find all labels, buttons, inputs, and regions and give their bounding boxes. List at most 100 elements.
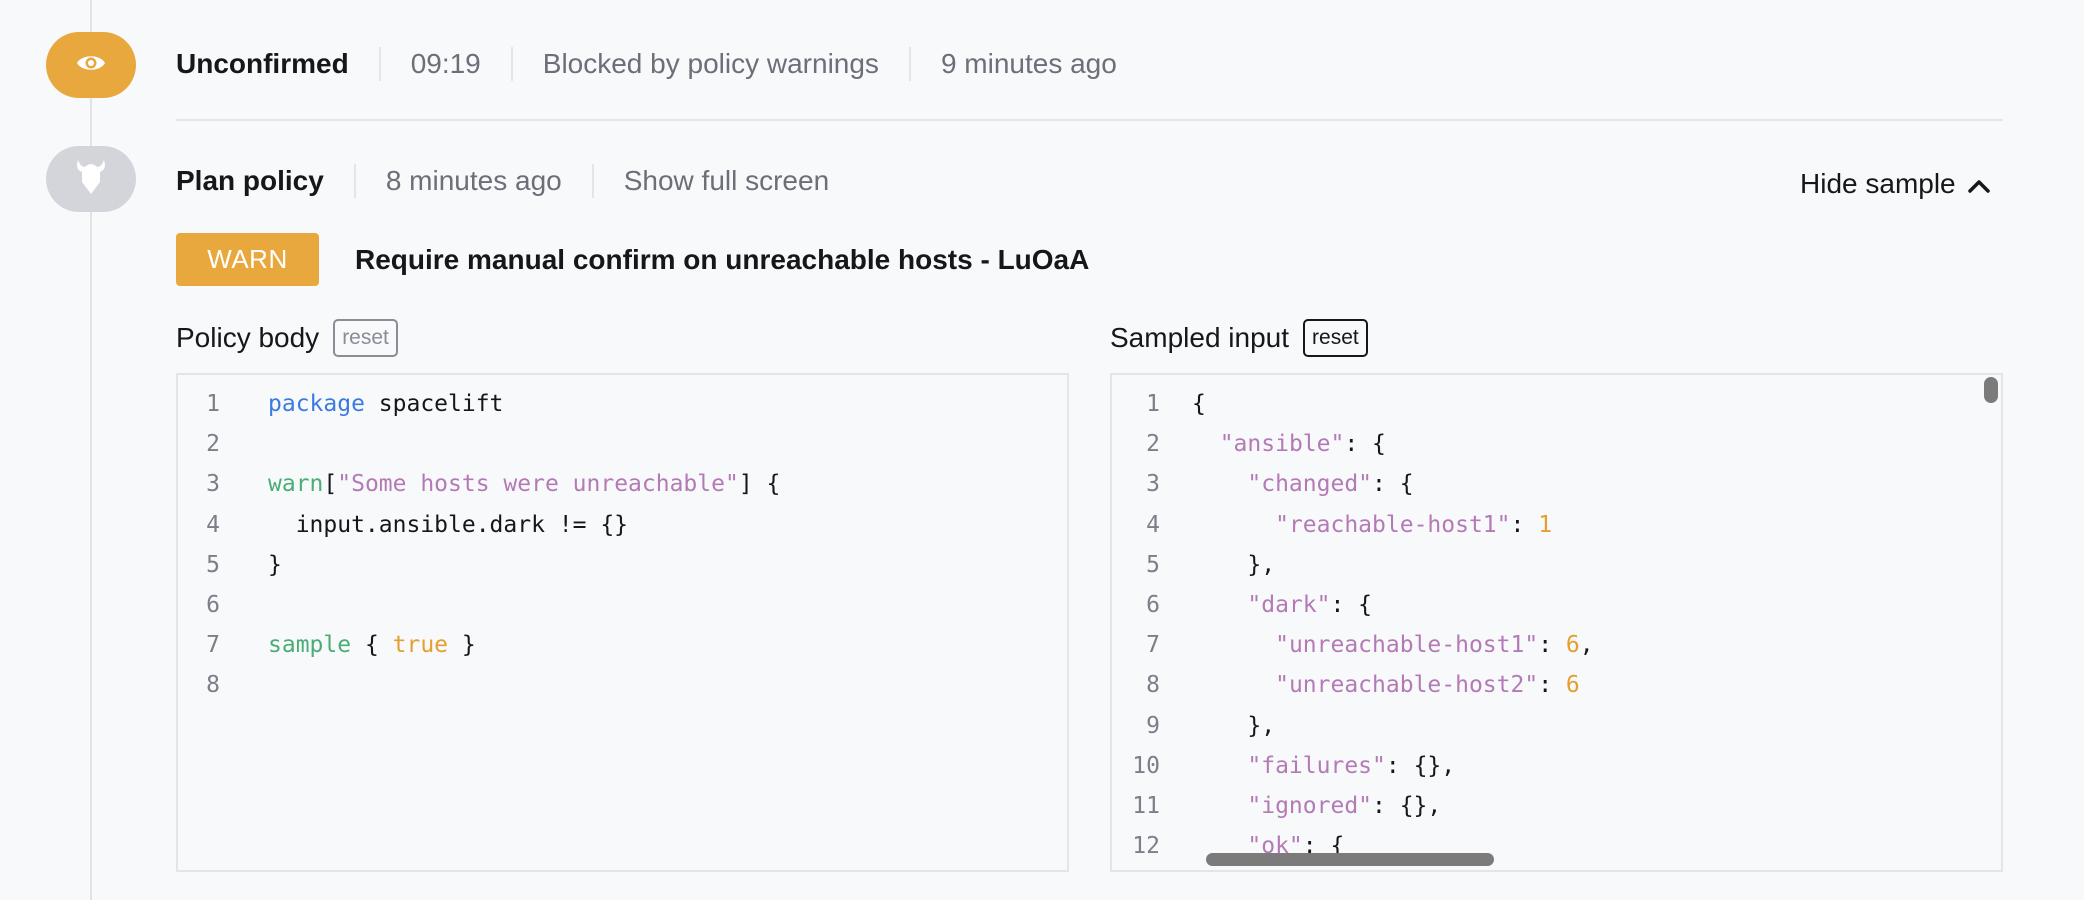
timeline-line <box>90 0 92 900</box>
code-line: 8 <box>178 665 220 705</box>
line-number: 7 <box>1146 632 1160 659</box>
hide-sample-button[interactable]: Hide sample <box>1800 164 1990 204</box>
code-line: 4 input.ansible.dark != {} <box>178 505 628 545</box>
code-text: "reachable-host1": 1 <box>1192 512 1552 538</box>
code-line: 5 }, <box>1112 545 1275 585</box>
code-token: "failures" <box>1247 752 1386 779</box>
code-token: warn <box>268 471 324 498</box>
line-number: 1 <box>1146 391 1160 417</box>
code-line: 10 "failures": {}, <box>1112 746 1455 786</box>
separator <box>353 164 356 198</box>
policy-body-reset-button[interactable]: reset <box>333 319 398 357</box>
code-token: 6 <box>1565 632 1580 659</box>
code-token: , <box>1579 632 1594 659</box>
code-token: : <box>1510 511 1539 538</box>
code-token: "unreachable-host1" <box>1275 632 1539 659</box>
code-line: 1 package spacelift <box>178 384 503 424</box>
status-row: Unconfirmed 09:19 Blocked by policy warn… <box>176 44 1117 84</box>
vertical-scrollbar[interactable] <box>1984 377 1998 403</box>
code-text: sample { true } <box>268 632 476 658</box>
chevron-up-icon <box>1967 168 1990 200</box>
hide-sample-label: Hide sample <box>1800 168 1956 199</box>
opa-viking-helmet-icon <box>74 158 108 201</box>
code-token: true <box>392 632 449 659</box>
code-token: }, <box>1192 712 1276 739</box>
run-state: Unconfirmed <box>176 48 349 79</box>
line-number: 3 <box>1146 471 1160 498</box>
code-text: package spacelift <box>268 391 503 417</box>
code-token: "reachable-host1" <box>1275 511 1511 538</box>
separator <box>908 47 911 81</box>
line-number: 8 <box>1146 672 1160 699</box>
line-number: 12 <box>1132 833 1160 860</box>
separator <box>378 47 381 81</box>
code-line: 4 "reachable-host1": 1 <box>1112 505 1552 545</box>
separator <box>510 47 513 81</box>
eye-icon <box>76 53 106 78</box>
horizontal-scrollbar[interactable] <box>1206 853 1494 866</box>
code-token: "ansible" <box>1219 431 1345 458</box>
code-token: package <box>268 391 365 417</box>
line-number: 1 <box>206 391 220 417</box>
line-number: 10 <box>1132 752 1160 779</box>
code-line: 2 "ansible": { <box>1112 424 1386 464</box>
line-number: 11 <box>1132 793 1160 819</box>
code-line: 6 "dark": { <box>1112 585 1372 625</box>
line-number: 5 <box>206 551 220 578</box>
code-token: }, <box>1192 551 1276 578</box>
policy-row: Plan policy 8 minutes ago Show full scre… <box>176 161 829 201</box>
code-text: "unreachable-host2": 6 <box>1192 672 1580 698</box>
line-number: 2 <box>206 431 220 458</box>
code-line: 9 }, <box>1112 706 1275 746</box>
code-token: ] { <box>738 471 781 498</box>
code-text: "ignored": {}, <box>1192 793 1441 819</box>
policy-type-title: Plan policy <box>176 165 324 196</box>
line-number: 4 <box>206 511 220 538</box>
code-token: : { <box>1372 471 1414 498</box>
code-token: spacelift <box>364 391 504 417</box>
code-line: 7 "unreachable-host1": 6, <box>1112 625 1593 665</box>
policy-timestamp: 8 minutes ago <box>385 165 562 196</box>
sampled-input-editor[interactable]: 1{2 "ansible": {3 "changed": {4 "reachab… <box>1110 373 2003 872</box>
policy-body-editor[interactable]: 1 package spacelift 2 3 warn["Some hosts wer… <box>176 373 1069 872</box>
policy-body-header: Policy body reset <box>176 317 398 359</box>
policy-name: Require manual confirm on unreachable ho… <box>355 244 1090 275</box>
code-text: "ansible": { <box>1192 431 1386 457</box>
code-token: } <box>268 551 282 578</box>
code-line: 3 warn["Some hosts were unreachable"] { <box>178 464 780 504</box>
code-line: 11 "ignored": {}, <box>1112 786 1441 826</box>
code-text: input.ansible.dark != {} <box>268 512 628 538</box>
line-number: 8 <box>206 672 220 699</box>
line-number: 6 <box>206 592 220 618</box>
code-token: "unreachable-host2" <box>1275 672 1539 699</box>
code-token: 6 <box>1565 672 1580 699</box>
code-token: input.ansible.dark != {} <box>268 511 629 538</box>
show-full-screen-link[interactable]: Show full screen <box>624 165 829 197</box>
code-token: [ <box>323 471 338 498</box>
separator <box>591 164 594 198</box>
line-number: 7 <box>206 632 220 659</box>
code-token: : {}, <box>1372 793 1442 819</box>
line-number: 3 <box>206 471 220 498</box>
code-text: warn["Some hosts were unreachable"] { <box>268 471 780 497</box>
code-token: : { <box>1330 592 1373 618</box>
status-reason: Blocked by policy warnings <box>542 48 879 79</box>
sampled-input-reset-button[interactable]: reset <box>1303 319 1368 357</box>
policy-body-label: Policy body <box>176 322 320 353</box>
code-text: "changed": { <box>1192 471 1414 498</box>
code-text: "failures": {}, <box>1192 753 1455 779</box>
code-text: }, <box>1192 552 1275 578</box>
code-token: "ignored" <box>1247 793 1373 819</box>
code-token: "Some hosts were unreachable" <box>337 471 739 498</box>
code-token: : { <box>1344 431 1386 458</box>
code-token: "changed" <box>1247 471 1373 498</box>
line-number: 4 <box>1146 511 1160 538</box>
